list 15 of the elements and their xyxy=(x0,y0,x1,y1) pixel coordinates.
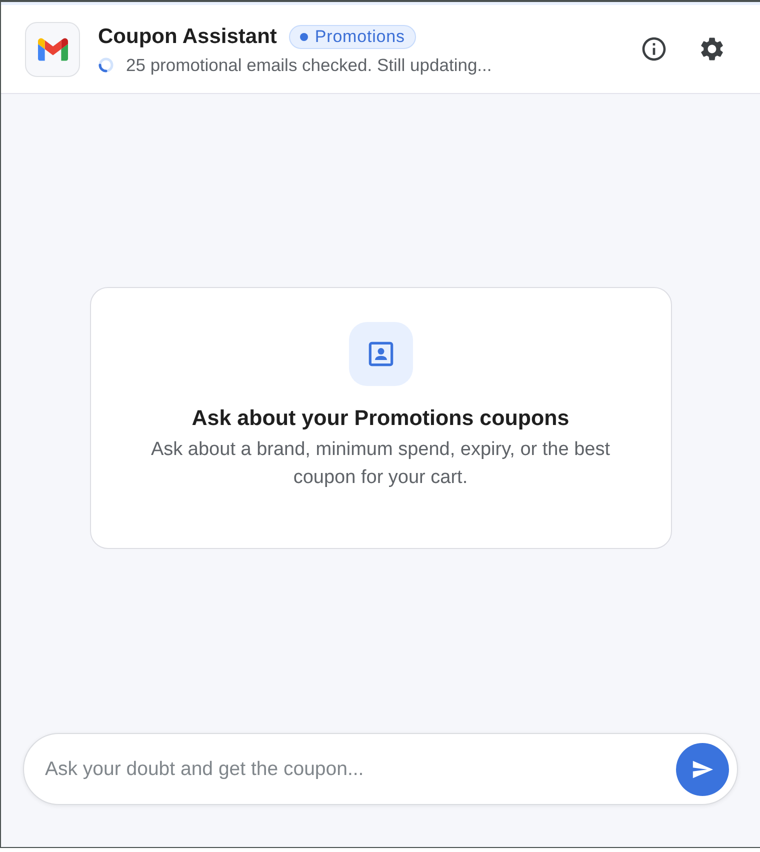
settings-icon xyxy=(698,35,726,63)
message-input[interactable]: Ask your doubt and get the coupon... xyxy=(45,749,666,789)
empty-state-description: Ask about a brand, minimum spend, expiry, or the best coupon for your cart. xyxy=(150,438,612,490)
badge-label: Promotions xyxy=(314,26,405,46)
message-field[interactable]: Ask your doubt and get the coupon... xyxy=(23,733,738,805)
contact-card-icon xyxy=(348,322,412,386)
app-title: Coupon Assistant xyxy=(98,24,277,50)
empty-state-title: Ask about your Promotions coupons xyxy=(192,404,570,432)
status-text: 25 promotional emails checked. Still updating... xyxy=(126,54,492,76)
settings-button[interactable] xyxy=(698,35,726,63)
send-button[interactable] xyxy=(676,742,729,796)
info-button[interactable] xyxy=(640,35,668,63)
mail-logo-icon xyxy=(25,22,80,76)
dot-icon xyxy=(300,32,308,40)
info-icon xyxy=(640,35,668,63)
